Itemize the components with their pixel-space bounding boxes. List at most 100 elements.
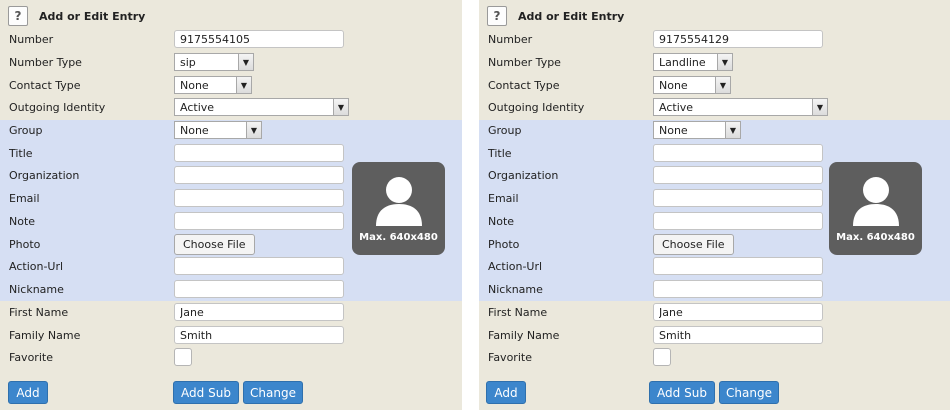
group-label: Group <box>9 124 43 137</box>
choose-file-button[interactable]: Choose File <box>653 234 734 255</box>
email-label: Email <box>9 192 40 205</box>
first-name-label: First Name <box>488 306 548 319</box>
contact-type-label: Contact Type <box>9 79 81 92</box>
add-sub-button[interactable]: Add Sub <box>173 381 239 404</box>
chevron-down-icon: ▼ <box>717 54 732 70</box>
add-button[interactable]: Add <box>486 381 526 404</box>
outgoing-identity-select[interactable]: Active ▼ <box>653 98 828 116</box>
panel-title: Add or Edit Entry <box>518 9 625 23</box>
row-action-url: Action-Url <box>0 256 462 278</box>
change-button[interactable]: Change <box>719 381 779 404</box>
row-number: Number <box>0 29 462 51</box>
title-input[interactable] <box>653 144 823 162</box>
photo-label: Photo <box>9 238 41 251</box>
favorite-label: Favorite <box>488 351 532 364</box>
outgoing-identity-label: Outgoing Identity <box>9 101 106 114</box>
nickname-input[interactable] <box>653 280 823 298</box>
title-label: Title <box>9 147 33 160</box>
number-type-label: Number Type <box>488 56 561 69</box>
chevron-down-icon: ▼ <box>725 122 740 138</box>
row-favorite: Favorite <box>0 347 462 369</box>
choose-file-button[interactable]: Choose File <box>174 234 255 255</box>
add-sub-button[interactable]: Add Sub <box>649 381 715 404</box>
row-number-type: Number Type sip ▼ <box>0 52 462 74</box>
row-action-url: Action-Url <box>479 256 950 278</box>
family-name-label: Family Name <box>488 329 560 342</box>
favorite-label: Favorite <box>9 351 53 364</box>
entry-panel-left: ? Add or Edit Entry Number Number Type s… <box>0 0 462 410</box>
first-name-input[interactable] <box>174 303 344 321</box>
photo-placeholder: Max. 640x480 <box>829 162 922 255</box>
chevron-down-icon: ▼ <box>246 122 261 138</box>
nickname-label: Nickname <box>9 283 64 296</box>
number-type-select[interactable]: sip ▼ <box>174 53 254 71</box>
entry-panel-right: ? Add or Edit Entry Number Number Type L… <box>479 0 950 410</box>
user-icon <box>375 177 422 226</box>
favorite-checkbox[interactable] <box>653 348 671 366</box>
note-label: Note <box>488 215 515 228</box>
organization-label: Organization <box>9 169 80 182</box>
first-name-label: First Name <box>9 306 69 319</box>
row-family-name: Family Name <box>479 325 950 347</box>
first-name-input[interactable] <box>653 303 823 321</box>
contact-type-label: Contact Type <box>488 79 560 92</box>
number-input[interactable] <box>174 30 344 48</box>
group-value: None <box>659 124 688 137</box>
chevron-down-icon: ▼ <box>238 54 253 70</box>
action-url-label: Action-Url <box>9 260 64 273</box>
outgoing-identity-value: Active <box>659 101 694 114</box>
outgoing-identity-select[interactable]: Active ▼ <box>174 98 349 116</box>
family-name-input[interactable] <box>174 326 344 344</box>
outgoing-identity-value: Active <box>180 101 215 114</box>
favorite-checkbox[interactable] <box>174 348 192 366</box>
change-button[interactable]: Change <box>243 381 303 404</box>
row-group: Group None ▼ <box>0 120 462 142</box>
outgoing-identity-label: Outgoing Identity <box>488 101 585 114</box>
photo-label: Photo <box>488 238 520 251</box>
title-label: Title <box>488 147 512 160</box>
contact-type-select[interactable]: None ▼ <box>653 76 731 94</box>
group-value: None <box>180 124 209 137</box>
number-type-value: Landline <box>659 56 706 69</box>
contact-type-select[interactable]: None ▼ <box>174 76 252 94</box>
family-name-label: Family Name <box>9 329 81 342</box>
number-type-label: Number Type <box>9 56 82 69</box>
email-input[interactable] <box>653 189 823 207</box>
group-select[interactable]: None ▼ <box>653 121 741 139</box>
row-group: Group None ▼ <box>479 120 950 142</box>
email-input[interactable] <box>174 189 344 207</box>
nickname-label: Nickname <box>488 283 543 296</box>
number-type-select[interactable]: Landline ▼ <box>653 53 733 71</box>
help-icon[interactable]: ? <box>487 6 507 26</box>
number-label: Number <box>488 33 533 46</box>
number-label: Number <box>9 33 54 46</box>
note-label: Note <box>9 215 36 228</box>
note-input[interactable] <box>174 212 344 230</box>
row-favorite: Favorite <box>479 347 950 369</box>
row-nickname: Nickname <box>479 279 950 301</box>
action-url-input[interactable] <box>174 257 344 275</box>
chevron-down-icon: ▼ <box>812 99 827 115</box>
nickname-input[interactable] <box>174 280 344 298</box>
family-name-input[interactable] <box>653 326 823 344</box>
group-select[interactable]: None ▼ <box>174 121 262 139</box>
number-input[interactable] <box>653 30 823 48</box>
note-input[interactable] <box>653 212 823 230</box>
title-input[interactable] <box>174 144 344 162</box>
panel-title: Add or Edit Entry <box>39 9 146 23</box>
organization-input[interactable] <box>653 166 823 184</box>
photo-placeholder: Max. 640x480 <box>352 162 445 255</box>
organization-label: Organization <box>488 169 559 182</box>
help-icon[interactable]: ? <box>8 6 28 26</box>
photo-size-hint: Max. 640x480 <box>836 232 915 243</box>
email-label: Email <box>488 192 519 205</box>
group-label: Group <box>488 124 522 137</box>
add-button[interactable]: Add <box>8 381 48 404</box>
photo-size-hint: Max. 640x480 <box>359 232 438 243</box>
row-outgoing-identity: Outgoing Identity Active ▼ <box>479 97 950 119</box>
row-first-name: First Name <box>0 302 462 324</box>
action-url-input[interactable] <box>653 257 823 275</box>
action-url-label: Action-Url <box>488 260 543 273</box>
row-first-name: First Name <box>479 302 950 324</box>
organization-input[interactable] <box>174 166 344 184</box>
